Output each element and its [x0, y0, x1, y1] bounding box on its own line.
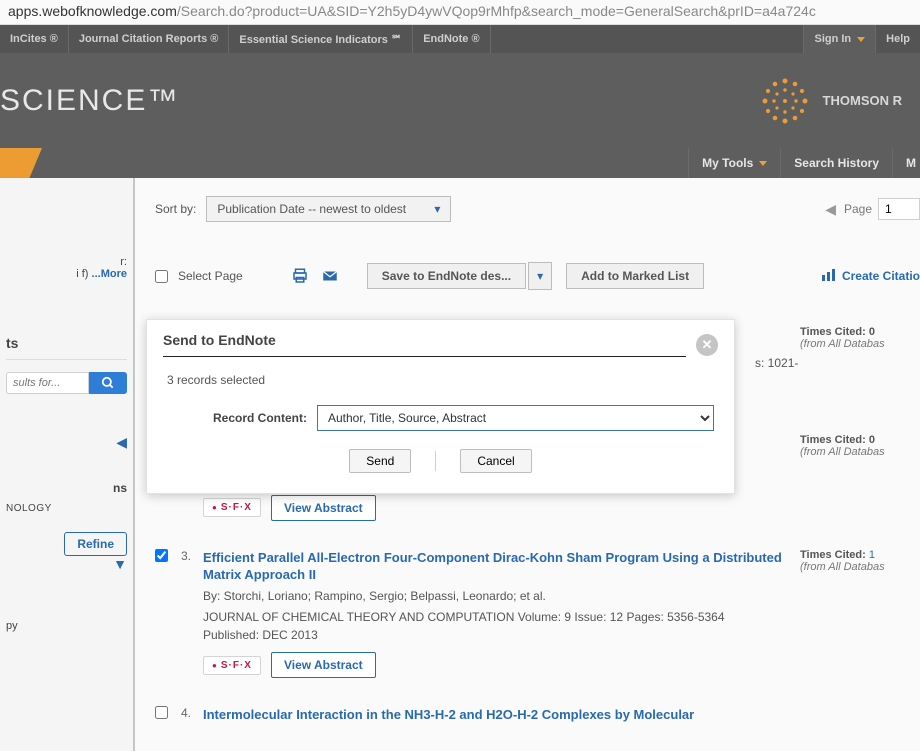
chevron-down-icon: [857, 37, 865, 42]
times-cited-label: Times Cited:: [800, 549, 869, 561]
refine-button[interactable]: Refine: [64, 532, 127, 556]
search-history-link[interactable]: Search History: [780, 148, 892, 178]
page-input[interactable]: [878, 198, 920, 220]
record-content-select[interactable]: Author, Title, Source, Abstract: [317, 405, 714, 431]
help-link[interactable]: Help: [876, 25, 920, 53]
divider: [435, 451, 436, 471]
result-checkbox[interactable]: [155, 549, 168, 562]
times-cited-count: 0: [869, 434, 875, 446]
result-title-link[interactable]: Intermolecular Interaction in the NH3-H-…: [203, 706, 782, 724]
from-databases-label: (from All Databas: [800, 446, 920, 458]
results-section-header: ts: [6, 335, 127, 351]
brand-header: SCIENCE™ THOMSON R: [0, 53, 920, 148]
prev-page-icon[interactable]: ◀: [825, 201, 836, 218]
categories-section-header: ns: [6, 481, 127, 495]
thomson-logo-icon: [759, 75, 811, 127]
save-menu-chevron[interactable]: ▾: [528, 262, 552, 290]
refine-search-input[interactable]: [6, 372, 89, 394]
search-icon: [101, 376, 115, 390]
nav-esi[interactable]: Essential Science Indicators ℠: [229, 25, 413, 53]
close-button[interactable]: ✕: [696, 334, 718, 356]
mail-icon[interactable]: [321, 267, 339, 285]
chevron-down-icon: [759, 161, 767, 166]
sort-select[interactable]: Publication Date -- newest to oldest ▾: [206, 196, 451, 222]
record-content-label: Record Content:: [167, 411, 317, 425]
nav-endnote[interactable]: EndNote ®: [413, 25, 490, 53]
sub-nav: My Tools Search History M: [0, 148, 920, 178]
times-cited-label: Times Cited:: [800, 434, 869, 446]
select-page-label: Select Page: [178, 269, 243, 283]
result-meta-fragment: s: 1021-: [755, 356, 798, 370]
view-abstract-button[interactable]: View Abstract: [271, 495, 376, 521]
result-title-link[interactable]: Efficient Parallel All-Electron Four-Com…: [203, 549, 782, 584]
from-databases-label: (from All Databas: [800, 338, 920, 350]
times-cited-count: 0: [869, 326, 875, 338]
top-nav: InCites ® Journal Citation Reports ® Ess…: [0, 25, 920, 53]
page-label: Page: [844, 202, 872, 216]
records-selected-text: 3 records selected: [167, 373, 714, 387]
expand-section-icon[interactable]: ▼: [6, 556, 127, 572]
result-authors: By: Storchi, Loriano; Rampino, Sergio; B…: [203, 588, 782, 605]
nav-jcr[interactable]: Journal Citation Reports ®: [69, 25, 230, 53]
filter-text-line2: i f): [76, 268, 88, 280]
sort-label: Sort by:: [155, 202, 196, 216]
send-button[interactable]: Send: [349, 449, 411, 473]
signin-menu[interactable]: Sign In: [803, 25, 876, 53]
collapse-left-icon[interactable]: ◀: [6, 434, 127, 451]
modal-title: Send to EndNote: [163, 332, 686, 357]
url-host: apps.webofknowledge.com: [8, 3, 177, 19]
cancel-button[interactable]: Cancel: [460, 449, 531, 473]
bar-chart-icon: [822, 269, 836, 284]
url-bar: apps.webofknowledge.com/Search.do?produc…: [0, 0, 920, 25]
result-number: 3.: [181, 549, 203, 678]
search-button[interactable]: [89, 372, 127, 394]
sfx-button[interactable]: S·F·X: [203, 656, 261, 675]
print-icon[interactable]: [291, 267, 309, 285]
view-abstract-button[interactable]: View Abstract: [271, 652, 376, 678]
active-tab-indicator: [0, 148, 42, 178]
mytools-menu[interactable]: My Tools: [688, 148, 780, 178]
left-panel: r: i f) ...More ts ◀ ns NOLOGY Refine ▼ …: [0, 178, 135, 751]
nav-incites[interactable]: InCites ®: [0, 25, 69, 53]
marked-list-link[interactable]: M: [892, 148, 920, 178]
send-to-endnote-modal: Send to EndNote ✕ 3 records selected Rec…: [146, 319, 735, 494]
chevron-down-icon: ▾: [434, 202, 440, 216]
result-source: JOURNAL OF CHEMICAL THEORY AND COMPUTATI…: [203, 609, 782, 644]
add-to-marked-list-button[interactable]: Add to Marked List: [566, 263, 704, 289]
url-path: /Search.do?product=UA&SID=Y2h5yD4ywVQop9…: [177, 3, 816, 19]
py-section-label: py: [6, 620, 127, 632]
times-cited-label: Times Cited:: [800, 326, 869, 338]
times-cited-link[interactable]: 1: [869, 549, 875, 561]
filter-text-line1: r:: [6, 256, 127, 268]
more-link[interactable]: ...More: [92, 268, 127, 280]
select-page-checkbox[interactable]: [155, 270, 168, 283]
category-item[interactable]: NOLOGY: [6, 503, 127, 514]
result-number: 4.: [181, 706, 203, 724]
create-citation-report-link[interactable]: Create Citatio: [822, 269, 920, 284]
close-icon: ✕: [702, 337, 713, 353]
save-to-endnote-button[interactable]: Save to EndNote des...: [367, 263, 526, 289]
from-databases-label: (from All Databas: [800, 561, 920, 573]
sfx-button[interactable]: S·F·X: [203, 498, 261, 517]
vendor-brand: THOMSON R: [759, 75, 902, 127]
product-title: SCIENCE™: [0, 84, 179, 118]
result-checkbox[interactable]: [155, 706, 168, 719]
